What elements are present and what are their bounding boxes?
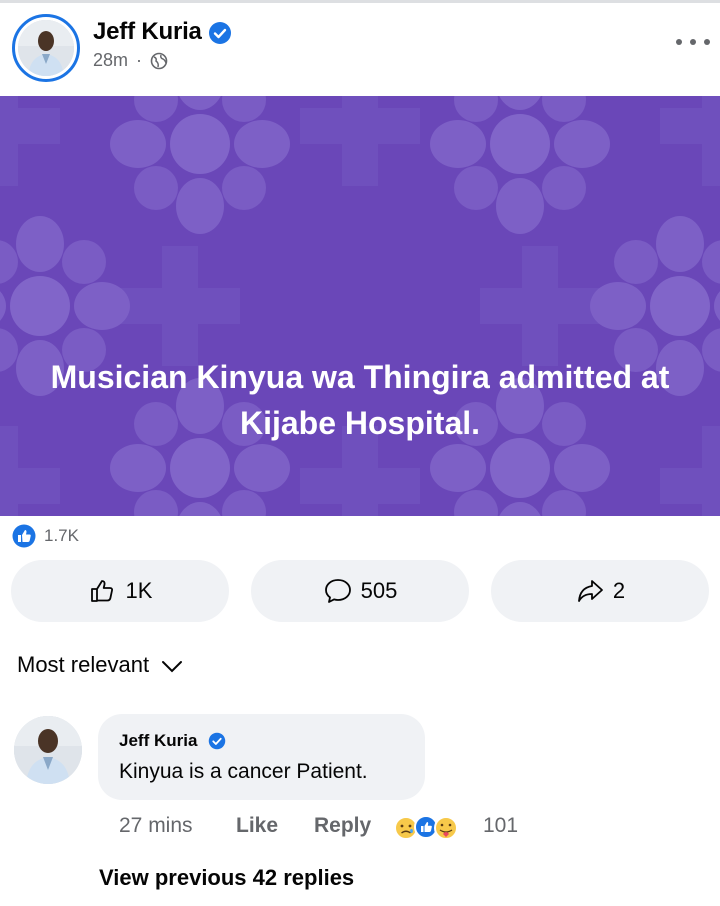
top-divider (0, 0, 720, 3)
reaction-count[interactable]: 1.7K (44, 526, 79, 546)
comment-author-avatar[interactable] (14, 716, 82, 784)
share-count: 2 (612, 578, 626, 603)
like-count: 1K (125, 578, 153, 603)
post-banner[interactable]: Musician Kinyua wa Thingira admitted at … (0, 96, 720, 516)
meta-separator: · (136, 50, 143, 70)
comment-count: 505 (360, 578, 398, 603)
comment-like-button[interactable]: Like (236, 814, 278, 838)
share-button[interactable]: 2 (491, 560, 709, 622)
comment-reactions-icon[interactable] (392, 812, 470, 842)
sort-label: Most relevant (17, 652, 150, 677)
like-button[interactable]: 1K (11, 560, 229, 622)
post-meta: 28m · (93, 50, 168, 71)
verified-badge-icon (208, 732, 226, 750)
verified-badge-icon (209, 22, 231, 44)
post-time[interactable]: 28m (93, 50, 128, 71)
comment-text: Kinyua is a cancer Patient. (119, 760, 368, 783)
comment-reply-button[interactable]: Reply (314, 814, 371, 838)
author-avatar[interactable] (12, 14, 80, 82)
comment-author-name[interactable]: Jeff Kuria (119, 731, 197, 751)
comment-button[interactable]: 505 (251, 560, 469, 622)
care-reaction-icon (434, 816, 458, 840)
post-author-name[interactable]: Jeff Kuria (93, 18, 202, 46)
thumbs-up-icon (90, 580, 113, 602)
comment-bubble[interactable]: Jeff Kuria Kinyua is a cancer Patient. (98, 714, 425, 800)
comment-bubble-icon (324, 579, 351, 603)
comment-time: 27 mins (119, 814, 193, 837)
comment-sort-dropdown[interactable]: Most relevant (17, 652, 183, 678)
comment-reaction-count[interactable]: 101 (483, 814, 518, 838)
view-previous-replies-link[interactable]: View previous 42 replies (99, 865, 354, 891)
like-reaction-icon (414, 815, 438, 839)
share-arrow-icon (577, 580, 603, 602)
avatar-photo (18, 20, 74, 76)
globe-icon (150, 52, 168, 69)
more-options-icon[interactable] (676, 30, 710, 54)
like-reaction-icon[interactable] (12, 524, 36, 548)
banner-pattern (0, 96, 720, 516)
chevron-down-icon (162, 660, 183, 672)
banner-text: Musician Kinyua wa Thingira admitted at … (50, 359, 670, 441)
sad-reaction-icon (394, 816, 418, 840)
